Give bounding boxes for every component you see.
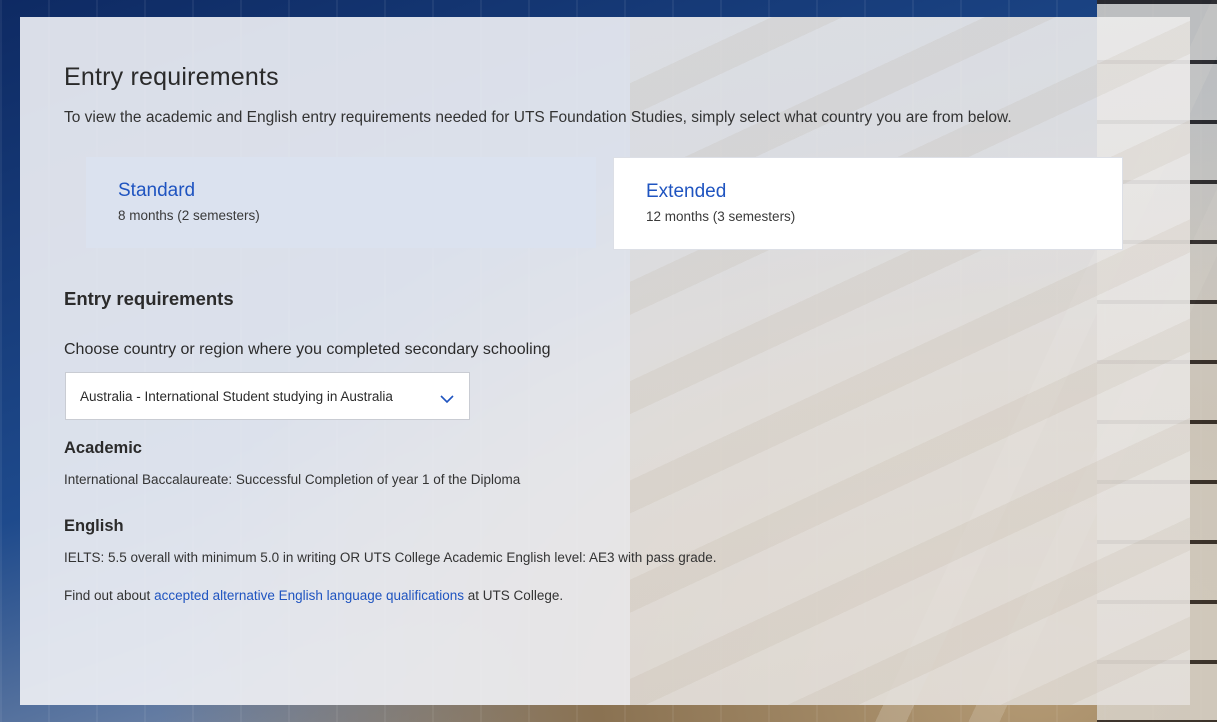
chevron-down-icon: [439, 391, 455, 404]
find-out-text: Find out about accepted alternative Engl…: [64, 588, 563, 603]
option-standard-subtitle: 8 months (2 semesters): [118, 208, 260, 223]
find-out-suffix: at UTS College.: [464, 588, 564, 603]
intro-text: To view the academic and English entry r…: [64, 109, 1012, 126]
option-extended-title: Extended: [646, 181, 727, 202]
entry-requirements-panel: Entry requirements To view the academic …: [20, 17, 1190, 705]
country-select-label: Choose country or region where you compl…: [64, 341, 551, 358]
english-heading: English: [64, 517, 124, 535]
english-text: IELTS: 5.5 overall with minimum 5.0 in w…: [64, 550, 717, 565]
page-title: Entry requirements: [64, 63, 279, 91]
option-extended-subtitle: 12 months (3 semesters): [646, 209, 796, 224]
find-out-prefix: Find out about: [64, 588, 155, 603]
option-extended[interactable]: Extended 12 months (3 semesters): [613, 157, 1123, 250]
academic-heading: Academic: [64, 439, 142, 457]
option-standard-title: Standard: [118, 180, 196, 201]
country-select[interactable]: Australia - International Student studyi…: [65, 372, 470, 420]
option-standard[interactable]: Standard 8 months (2 semesters): [86, 157, 596, 248]
academic-text: International Baccalaureate: Successful …: [64, 472, 521, 487]
alternative-english-link[interactable]: accepted alternative English language qu…: [154, 588, 464, 603]
country-select-value: Australia - International Student studyi…: [80, 388, 393, 404]
section-title: Entry requirements: [64, 288, 234, 309]
